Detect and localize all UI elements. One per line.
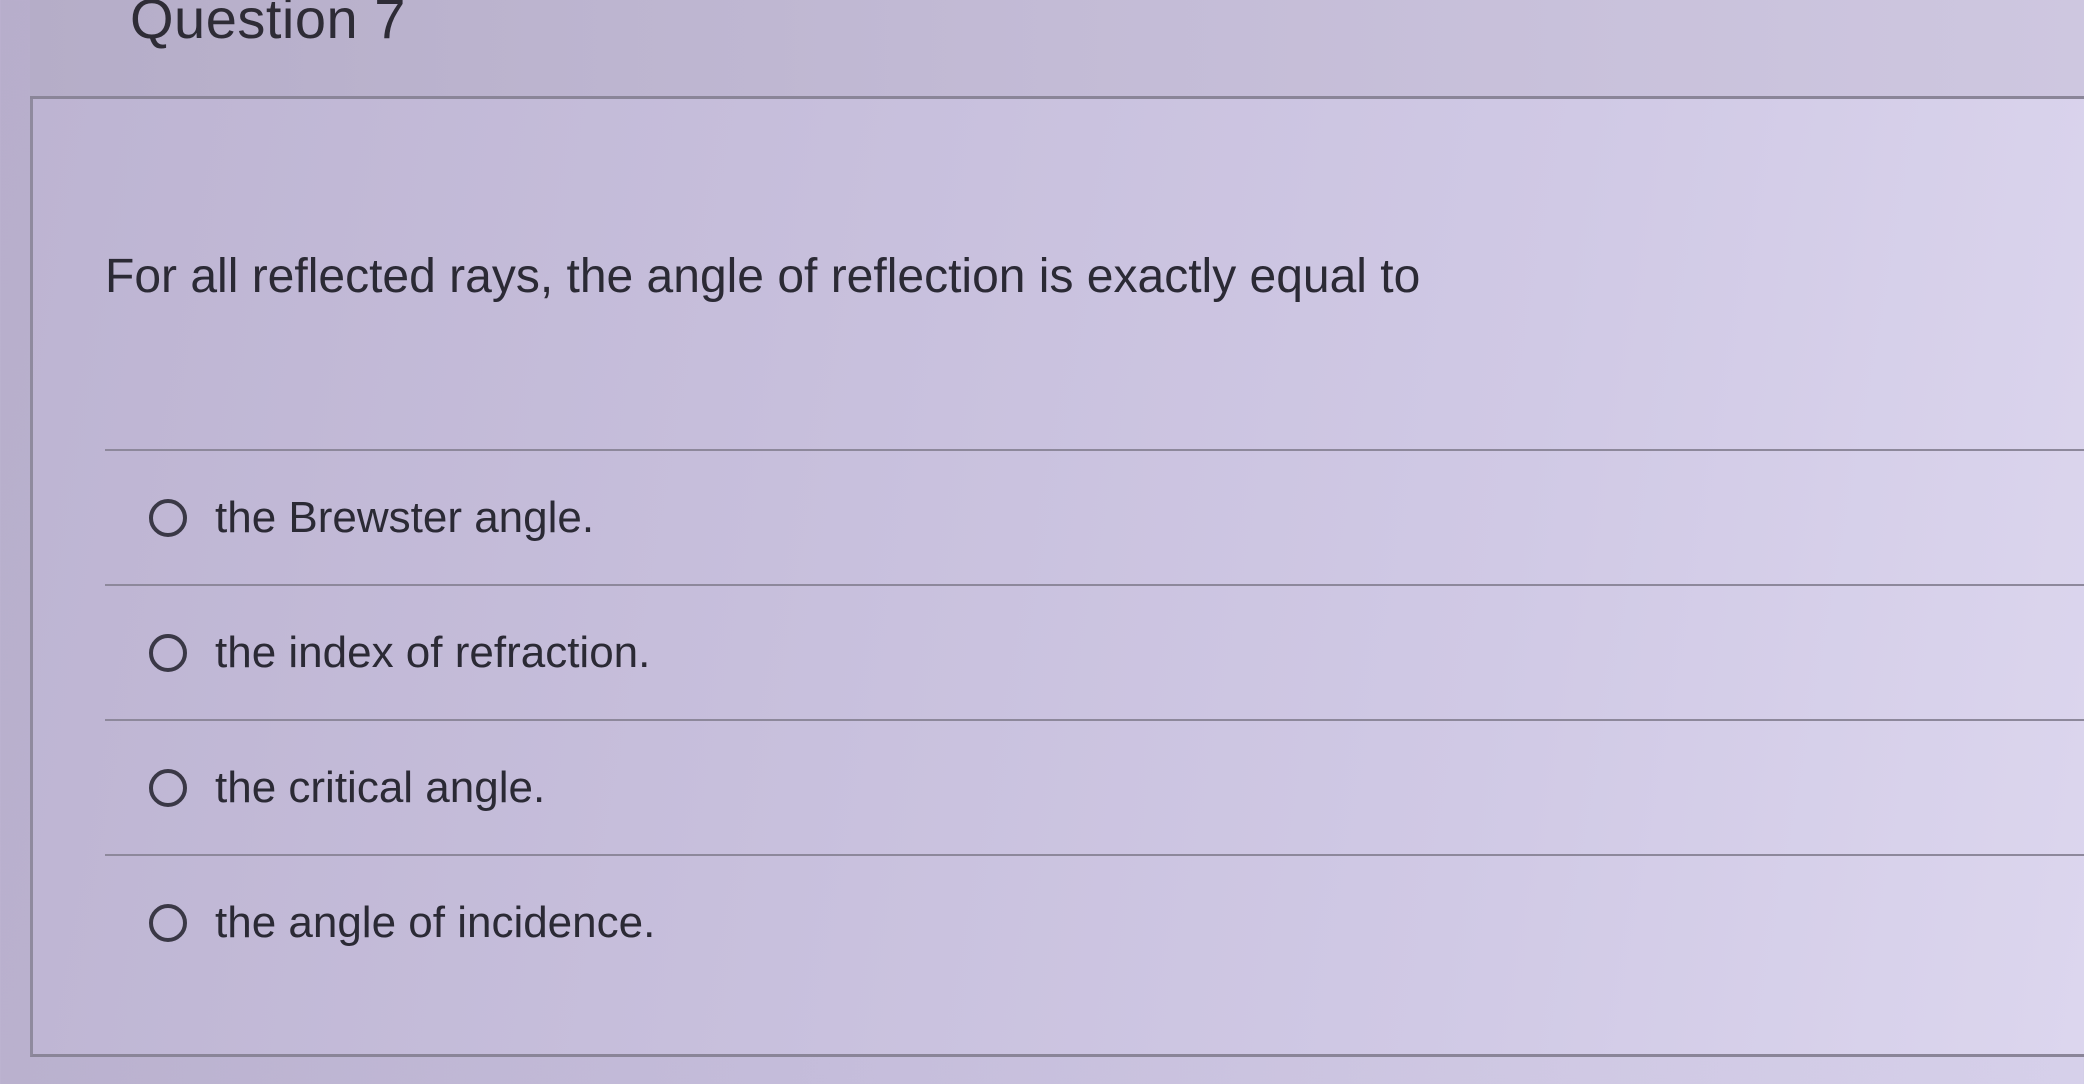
answer-option-label: the angle of incidence. — [215, 897, 656, 947]
radio-button-3[interactable] — [149, 768, 187, 807]
question-title: Question 7 — [130, 0, 406, 50]
radio-button-2[interactable] — [149, 633, 187, 672]
answer-option-1[interactable]: the Brewster angle. — [105, 451, 2084, 584]
answer-option-label: the Brewster angle. — [215, 492, 595, 542]
radio-button-1[interactable] — [149, 498, 187, 537]
radio-button-4[interactable] — [149, 903, 187, 942]
answer-option-2[interactable]: the index of refraction. — [105, 586, 2084, 719]
question-prompt: For all reflected rays, the angle of ref… — [105, 250, 1421, 303]
question-header: Question 7 — [30, 0, 2084, 99]
answer-option-label: the index of refraction. — [215, 627, 651, 677]
question-panel: For all reflected rays, the angle of ref… — [30, 99, 2084, 1057]
answer-option-label: the critical angle. — [215, 762, 546, 812]
answer-option-3[interactable]: the critical angle. — [105, 721, 2084, 854]
answer-options: the Brewster angle. the index of refract… — [105, 449, 2084, 989]
answer-option-4[interactable]: the angle of incidence. — [105, 856, 2084, 989]
